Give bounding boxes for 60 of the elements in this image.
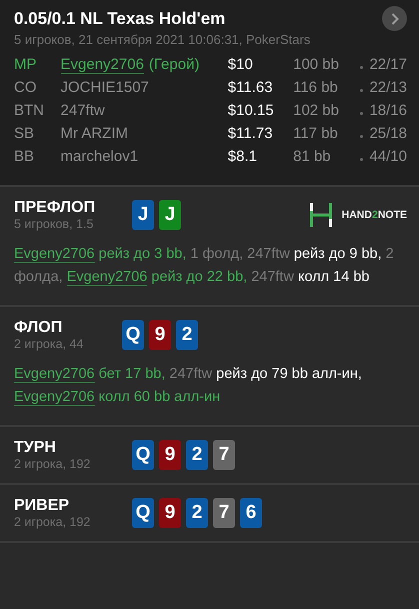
- player-link[interactable]: Evgeny2706: [66, 269, 148, 286]
- chevron-right-icon: [390, 12, 398, 24]
- player-bb: 100 bb: [293, 56, 340, 73]
- card: 7: [213, 498, 235, 528]
- card: Q: [122, 320, 144, 350]
- logo-icon: [310, 203, 332, 227]
- street-name: ПРЕФЛОП: [14, 199, 96, 217]
- street-info: 2 игрока, 192: [14, 515, 92, 529]
- player-bb: 117 bb: [293, 125, 339, 142]
- player-stats: 44/10: [369, 148, 407, 165]
- hero-label: (Герой): [148, 56, 200, 74]
- next-button[interactable]: [382, 6, 407, 31]
- card: 2: [176, 320, 198, 350]
- player-name: 247ftw: [60, 102, 105, 119]
- player-link[interactable]: Evgeny2706: [14, 366, 95, 383]
- player-position: MP: [14, 56, 38, 73]
- player-stack: $8.1: [228, 148, 258, 165]
- player-stats: 25/18: [369, 125, 407, 142]
- player-stack: $10.15: [228, 102, 275, 119]
- hand-subtitle: 5 игроков, 21 сентября 2021 10:06:31, PokerStars: [14, 32, 312, 47]
- street-name: РИВЕР: [14, 497, 70, 515]
- street-name: ФЛОП: [14, 319, 64, 337]
- player-position: BTN: [14, 102, 45, 119]
- player-name: marchelov1: [60, 148, 138, 165]
- player-bb: 116 bb: [293, 79, 339, 96]
- player-link[interactable]: Evgeny2706: [14, 246, 95, 263]
- card: J: [132, 200, 154, 230]
- card: 6: [240, 498, 262, 528]
- player-stats: 22/13: [369, 79, 407, 96]
- player-position: CO: [14, 79, 38, 96]
- player-bb: 102 bb: [293, 102, 340, 119]
- player-stack: $11.73: [228, 125, 274, 142]
- player-link[interactable]: Evgeny2706: [14, 389, 95, 406]
- street-info: 2 игрока, 192: [14, 457, 92, 471]
- card: 9: [149, 320, 171, 350]
- action-text: Evgeny2706 бет 17 bb, 247ftw рейз до 79 bb алл-ин, Evgeny2706 колл 60 bb алл-ин: [14, 365, 363, 408]
- action-text: Evgeny2706 рейз до 3 bb, 1 фолд, 247ftw рейз до 9 bb, 2 фолда, Evgeny2706 рейз до 22 bb, 247ftw колл 14 bb: [14, 245, 395, 288]
- card: 2: [186, 440, 208, 470]
- street-name: ТУРН: [14, 439, 57, 457]
- card: 9: [159, 498, 181, 528]
- player-name: Mr ARZIM: [60, 125, 128, 142]
- player-bb: 81 bb: [293, 148, 332, 165]
- card: J: [159, 200, 181, 230]
- street-info: 2 игрока, 44: [14, 337, 84, 351]
- hand-title: 0.05/0.1 NL Texas Hold'em: [14, 8, 226, 28]
- card: Q: [132, 498, 154, 528]
- card: 7: [213, 440, 235, 470]
- player-name: JOCHIE1507: [60, 79, 149, 96]
- player-stats: 18/16: [369, 102, 407, 119]
- player-position: SB: [14, 125, 36, 142]
- player-link[interactable]: Evgeny2706: [60, 56, 144, 74]
- player-position: BB: [14, 148, 36, 165]
- card: 9: [159, 440, 181, 470]
- player-stack: $10: [228, 56, 254, 73]
- player-stack: $11.63: [228, 79, 274, 96]
- street-info: 5 игроков, 1.5: [14, 217, 94, 231]
- card: Q: [132, 440, 154, 470]
- card: 2: [186, 498, 208, 528]
- player-stats: 22/17: [369, 56, 407, 73]
- logo-text: HAND2NOTE: [342, 209, 407, 221]
